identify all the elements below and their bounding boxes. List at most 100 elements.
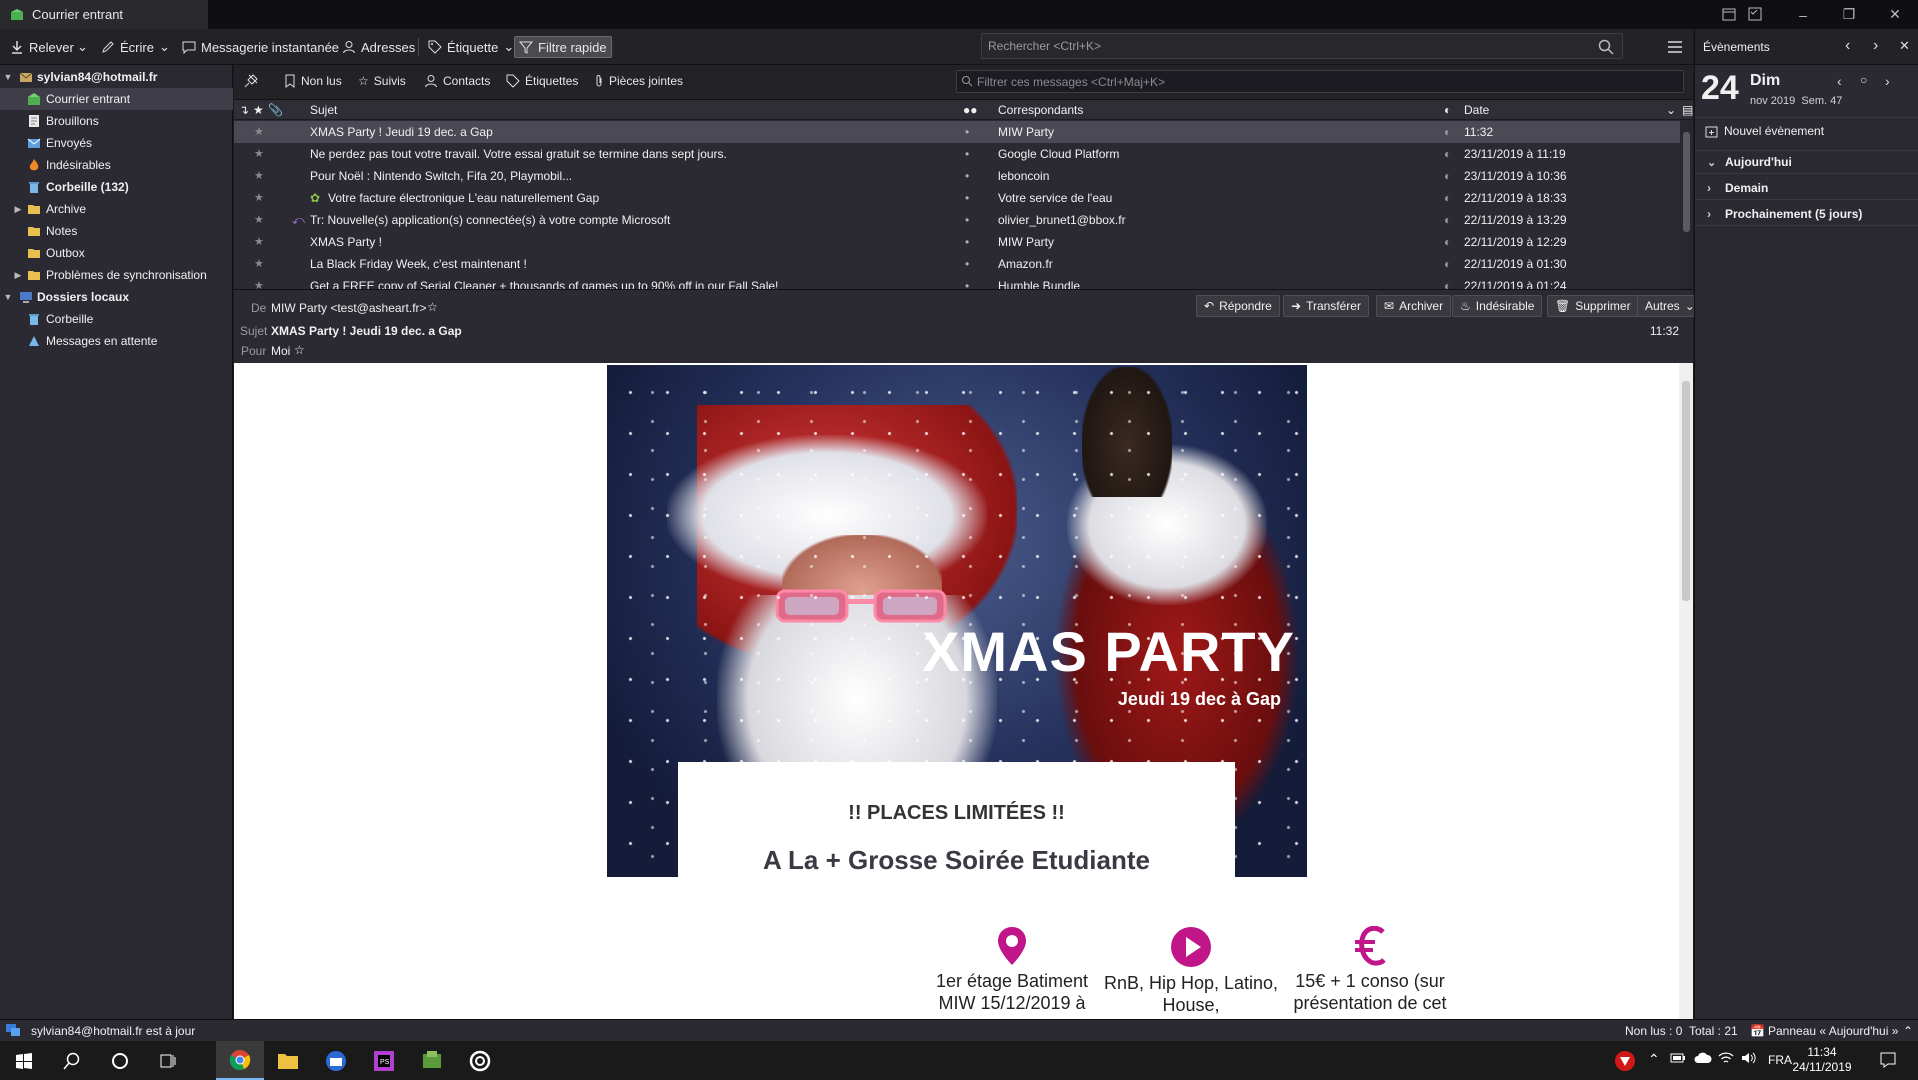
star-contact-icon[interactable]: ☆ [294,343,305,357]
table-row[interactable]: ★ XMAS Party ! • MIW Party ◐ 22/11/2019 … [234,231,1680,253]
delete-button[interactable]: 🗑 Supprimer [1547,295,1639,317]
thread-column-icon[interactable]: ↴ [239,103,249,117]
taskbar-chrome[interactable] [216,1041,264,1080]
filter-contacts-button[interactable]: Contacts [424,74,490,88]
star-icon[interactable]: ★ [254,191,264,204]
star-icon[interactable]: ★ [254,235,264,248]
wifi-icon[interactable] [1718,1051,1734,1065]
star-contact-icon[interactable]: ☆ [427,300,438,314]
cortana-button[interactable] [96,1041,144,1080]
task-view-button[interactable] [144,1041,192,1080]
folder-outbox-pending[interactable]: Messages en attente [0,330,233,352]
global-search-input[interactable]: Rechercher <Ctrl+K> [981,33,1623,59]
read-dot-icon[interactable]: • [965,257,969,271]
to-value[interactable]: Moi [271,344,290,358]
column-sort-chevron-icon[interactable]: ⌄ [1666,103,1676,117]
read-dot-icon[interactable]: • [965,213,969,227]
column-date[interactable]: Date [1464,103,1489,117]
junk-status-icon[interactable]: ◐ [1444,191,1451,205]
attachment-column-icon[interactable]: 📎 [268,103,283,117]
read-dot-icon[interactable]: • [965,169,969,183]
prev-day-icon[interactable]: ‹ [1837,73,1842,89]
read-dot-icon[interactable]: • [965,125,969,139]
junk-button[interactable]: ♨ Indésirable [1452,295,1543,317]
folder-notes[interactable]: Notes [0,220,233,242]
other-actions-button[interactable]: Autres ⌄ [1637,295,1703,317]
junk-status-icon[interactable]: ◐ [1444,279,1451,289]
filter-tags-button[interactable]: Étiquettes [506,74,578,88]
filter-unread-button[interactable]: Non lus [284,74,342,88]
system-clock[interactable]: 11:34 24/11/2019 [1782,1045,1862,1075]
read-column-icon[interactable]: ●● [963,103,978,117]
junk-column-icon[interactable]: ◐ [1444,103,1451,117]
start-button[interactable] [0,1041,48,1080]
folder-outbox[interactable]: Outbox [0,242,233,264]
quick-filter-button[interactable]: Filtre rapide [514,36,612,58]
star-icon[interactable]: ★ [254,279,264,289]
close-button[interactable]: ✕ [1872,0,1918,29]
battery-icon[interactable] [1670,1052,1686,1064]
taskbar-obs[interactable] [456,1041,504,1080]
column-subject[interactable]: Sujet [310,103,337,117]
star-icon[interactable]: ★ [254,169,264,182]
message-scrollbar[interactable] [1679,363,1693,1019]
star-icon[interactable]: ★ [254,147,264,160]
expand-icon[interactable]: ▶ [13,204,23,215]
column-correspondents[interactable]: Correspondants [998,103,1083,117]
star-icon[interactable]: ★ [254,125,264,138]
taskbar-search-button[interactable] [48,1041,96,1080]
write-button[interactable]: Écrire [97,36,158,58]
junk-status-icon[interactable]: ◐ [1444,125,1451,139]
folder-junk[interactable]: Indésirables [0,154,233,176]
table-row[interactable]: ★ ⤺ Tr: Nouvelle(s) application(s) conne… [234,209,1680,231]
write-dropdown[interactable]: ⌄ [155,36,174,58]
junk-status-icon[interactable]: ◐ [1444,257,1451,271]
filter-attachments-button[interactable]: Pièces jointes [594,74,683,88]
new-event-button[interactable]: Nouvel évènement [1695,118,1918,144]
notifications-icon[interactable] [1880,1052,1896,1068]
folder-inbox[interactable]: Courrier entrant [0,88,233,110]
column-picker-icon[interactable]: ▤ [1682,103,1693,117]
folder-local-trash[interactable]: Corbeille [0,308,233,330]
read-dot-icon[interactable]: • [965,279,969,289]
calendar-icon[interactable] [1721,6,1737,22]
taskbar-phpstorm[interactable]: PS [360,1041,408,1080]
chevron-left-icon[interactable]: ‹ [1845,37,1850,55]
tasks-icon[interactable] [1747,6,1763,22]
expand-icon[interactable]: ▶ [13,270,23,281]
volume-icon[interactable] [1741,1051,1757,1065]
table-row[interactable]: ★ Get a FREE copy of Serial Cleaner + th… [234,275,1680,289]
chevron-up-icon[interactable]: ⌃ [1903,1024,1913,1038]
read-dot-icon[interactable]: • [965,191,969,205]
archive-button[interactable]: ✉ Archiver [1376,295,1452,317]
forward-button[interactable]: ➜ Transférer [1283,295,1369,317]
star-icon[interactable]: ★ [254,257,264,270]
restore-button[interactable]: ❐ [1826,0,1872,29]
table-row[interactable]: ★ Ne perdez pas tout votre travail. Votr… [234,143,1680,165]
section-tomorrow[interactable]: › Demain [1695,176,1918,200]
today-pane-toggle[interactable]: Panneau « Aujourd'hui » [1768,1024,1898,1038]
table-row[interactable]: ★ ✿ Votre facture électronique L'eau nat… [234,187,1680,209]
read-dot-icon[interactable]: • [965,235,969,249]
table-row[interactable]: ★ La Black Friday Week, c'est maintenant… [234,253,1680,275]
folder-drafts[interactable]: Brouillons [0,110,233,132]
get-mail-dropdown[interactable]: ⌄ [73,36,92,58]
section-upcoming[interactable]: › Prochainement (5 jours) [1695,202,1918,226]
starred-column-icon[interactable]: ★ [253,103,264,117]
star-icon[interactable]: ★ [254,213,264,226]
taskbar-explorer[interactable] [264,1041,312,1080]
section-today[interactable]: ⌄ Aujourd'hui [1695,150,1918,174]
filter-messages-input[interactable]: Filtrer ces messages <Ctrl+Maj+K> [956,70,1684,93]
filter-starred-button[interactable]: ☆ Suivis [358,74,406,88]
minimize-button[interactable]: – [1780,0,1826,29]
app-menu-button[interactable] [1664,36,1686,58]
read-dot-icon[interactable]: • [965,147,969,161]
folder-sent[interactable]: Envoyés [0,132,233,154]
chevron-right-icon[interactable]: › [1873,37,1878,55]
address-book-button[interactable]: Adresses [338,36,419,58]
tab-inbox[interactable]: Courrier entrant [0,0,208,29]
folder-sync-problems[interactable]: ▶ Problèmes de synchronisation [0,264,233,286]
junk-status-icon[interactable]: ◐ [1444,235,1451,249]
junk-status-icon[interactable]: ◐ [1444,169,1451,183]
sticky-filter-button[interactable] [244,74,258,88]
